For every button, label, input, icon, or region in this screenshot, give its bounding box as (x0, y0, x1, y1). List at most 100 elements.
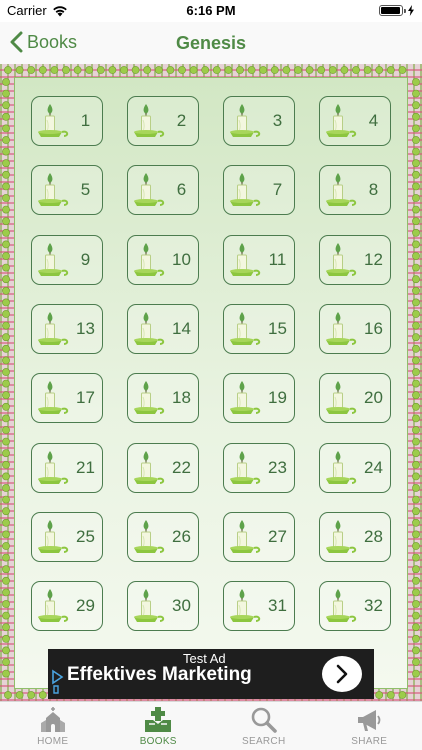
candle-icon (230, 243, 261, 276)
candle-icon (134, 589, 165, 622)
chapter-tile-1[interactable]: 1 (31, 96, 103, 146)
chapter-number: 23 (268, 458, 287, 477)
chapter-tile-32[interactable]: 32 (319, 581, 391, 631)
candle-icon (38, 104, 69, 137)
candle-icon (38, 451, 69, 484)
chapter-number: 3 (272, 111, 283, 130)
chapter-tile-12[interactable]: 12 (319, 235, 391, 285)
candle-icon (38, 381, 69, 414)
chapter-number: 32 (364, 596, 383, 615)
chapter-tile-14[interactable]: 14 (127, 304, 199, 354)
candle-icon (134, 381, 165, 414)
chapter-tile-24[interactable]: 24 (319, 443, 391, 493)
navigation-bar: Books Genesis (0, 22, 422, 64)
chapter-number: 2 (176, 111, 187, 130)
chapter-tile-27[interactable]: 27 (223, 512, 295, 562)
chapter-tile-9[interactable]: 9 (31, 235, 103, 285)
candle-icon (38, 312, 69, 345)
back-label: Books (27, 31, 78, 52)
chapter-number: 25 (76, 527, 95, 546)
tab-bar: HOME BOOKS SEARCH SHARE (0, 701, 422, 750)
chapter-number: 1 (80, 111, 91, 130)
chapter-tile-29[interactable]: 29 (31, 581, 103, 631)
chapter-number: 6 (176, 180, 187, 199)
chapter-number: 15 (268, 319, 287, 338)
candle-icon (134, 243, 165, 276)
candle-icon (134, 451, 165, 484)
candle-icon (326, 451, 357, 484)
ad-open-button[interactable] (322, 656, 362, 692)
chapter-tile-2[interactable]: 2 (127, 96, 199, 146)
book-plus-icon (145, 707, 172, 732)
chapter-number: 19 (268, 388, 287, 407)
status-time: 6:16 PM (186, 3, 236, 18)
chapter-number: 30 (172, 596, 191, 615)
tab-home-label: HOME (37, 736, 69, 747)
chapter-number: 14 (172, 319, 191, 338)
chapter-tile-18[interactable]: 18 (127, 373, 199, 423)
candle-icon (326, 104, 357, 137)
chapter-tile-10[interactable]: 10 (127, 235, 199, 285)
chapter-tile-8[interactable]: 8 (319, 165, 391, 215)
chapter-tile-30[interactable]: 30 (127, 581, 199, 631)
chapter-tile-31[interactable]: 31 (223, 581, 295, 631)
chapter-tile-20[interactable]: 20 (319, 373, 391, 423)
chapter-tile-22[interactable]: 22 (127, 443, 199, 493)
candle-icon (326, 173, 357, 206)
chapter-number: 26 (172, 527, 191, 546)
chapter-number: 11 (268, 250, 287, 269)
ad-choices-icon[interactable] (51, 669, 64, 695)
chapter-tile-7[interactable]: 7 (223, 165, 295, 215)
chapter-tile-16[interactable]: 16 (319, 304, 391, 354)
chapter-tile-21[interactable]: 21 (31, 443, 103, 493)
candle-icon (134, 520, 165, 553)
candle-icon (326, 381, 357, 414)
tab-search-label: SEARCH (242, 736, 286, 747)
chapter-number: 27 (268, 527, 287, 546)
candle-icon (230, 451, 261, 484)
megaphone-icon (358, 710, 381, 731)
chapter-tile-25[interactable]: 25 (31, 512, 103, 562)
chapter-tile-28[interactable]: 28 (319, 512, 391, 562)
candle-icon (38, 520, 69, 553)
chapter-tile-13[interactable]: 13 (31, 304, 103, 354)
chapter-tile-23[interactable]: 23 (223, 443, 295, 493)
chapter-tile-17[interactable]: 17 (31, 373, 103, 423)
chapter-tile-11[interactable]: 11 (223, 235, 295, 285)
chapter-tile-15[interactable]: 15 (223, 304, 295, 354)
tab-share-label: SHARE (351, 736, 388, 747)
chevron-right-icon (336, 664, 348, 684)
tab-share[interactable]: SHARE (317, 702, 422, 750)
chapter-number: 22 (172, 458, 191, 477)
tab-search[interactable]: SEARCH (211, 702, 317, 750)
candle-icon (38, 243, 69, 276)
tab-books[interactable]: BOOKS (106, 702, 212, 750)
chapter-number: 9 (80, 250, 91, 269)
chapter-tile-19[interactable]: 19 (223, 373, 295, 423)
chevron-left-icon (10, 31, 23, 53)
candle-icon (230, 173, 261, 206)
ad-banner[interactable]: Test Ad Effektives Marketing (48, 649, 374, 699)
candle-icon (134, 173, 165, 206)
chapter-number: 16 (364, 319, 383, 338)
candle-icon (326, 243, 357, 276)
candle-icon (230, 312, 261, 345)
tab-home[interactable]: HOME (0, 702, 106, 750)
back-button[interactable]: Books (10, 31, 77, 53)
chapter-number: 20 (364, 388, 383, 407)
chapter-tile-3[interactable]: 3 (223, 96, 295, 146)
battery-indicator (379, 5, 414, 16)
chapter-tile-6[interactable]: 6 (127, 165, 199, 215)
chapter-number: 8 (368, 180, 379, 199)
candle-icon (230, 589, 261, 622)
chapter-tile-26[interactable]: 26 (127, 512, 199, 562)
chapter-number: 29 (76, 596, 95, 615)
chapter-tile-4[interactable]: 4 (319, 96, 391, 146)
chapter-number: 13 (76, 319, 95, 338)
chapter-number: 10 (172, 250, 191, 269)
chapter-number: 5 (80, 180, 91, 199)
chapter-tile-5[interactable]: 5 (31, 165, 103, 215)
charging-bolt-icon (408, 5, 414, 16)
chapter-number: 31 (268, 596, 287, 615)
tab-books-label: BOOKS (139, 736, 177, 747)
